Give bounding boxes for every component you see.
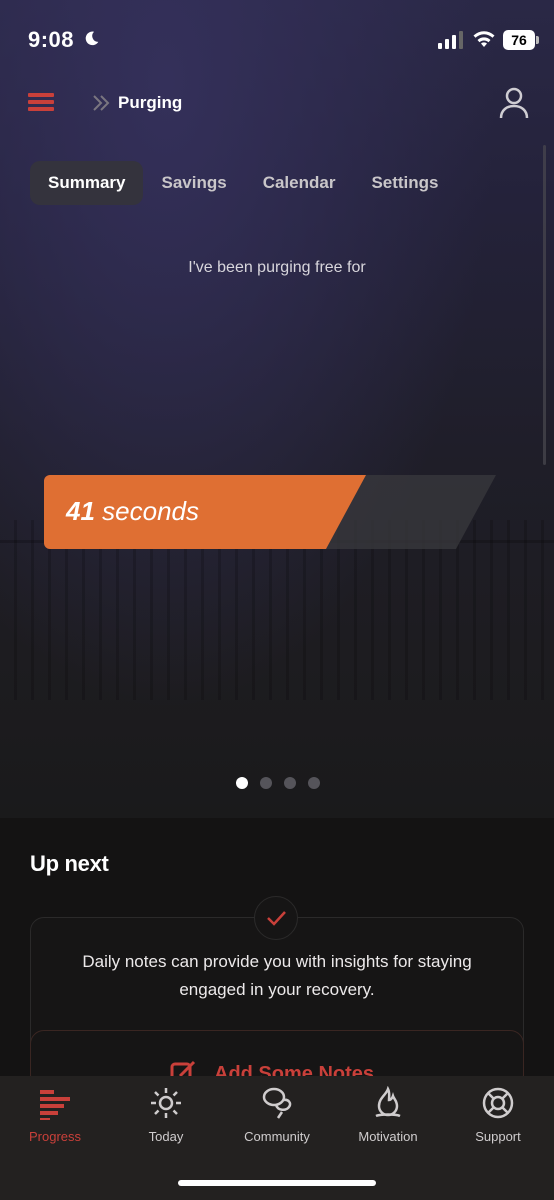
tab-motivation-label: Motivation [358,1129,418,1144]
free-duration-label: I've been purging free for [188,259,366,276]
scroll-indicator [543,145,546,465]
page-dot-4[interactable] [308,777,320,789]
wifi-icon [473,31,495,47]
progress-bars-icon [40,1090,70,1120]
chevron-double-right-icon [93,95,110,111]
tab-support-label: Support [475,1129,521,1144]
page-title: Purging [118,93,183,112]
flame-icon [375,1086,401,1118]
tab-community-label: Community [244,1129,310,1144]
counter-value: 41 seconds [66,496,199,527]
tab-motivation[interactable]: Motivation [333,1076,443,1156]
notes-card-text: Daily notes can provide you with insight… [82,952,472,999]
page-indicator [236,777,320,789]
check-icon [254,896,298,940]
tab-today[interactable]: Today [111,1076,221,1156]
tab-settings[interactable]: Settings [353,161,456,205]
counter-unit: seconds [102,496,199,526]
status-time: 9:08 [28,27,75,52]
up-next-heading: Up next [30,851,109,876]
home-indicator[interactable] [178,1180,376,1186]
page-dot-2[interactable] [260,777,272,789]
counter-number: 41 [66,496,95,526]
battery-indicator: 76 [503,30,539,50]
page-dot-3[interactable] [284,777,296,789]
tab-progress-label: Progress [28,1129,82,1144]
moon-icon [85,31,99,46]
page-dot-1[interactable] [236,777,248,789]
hamburger-menu-icon[interactable] [28,93,54,113]
tab-summary[interactable]: Summary [30,161,144,205]
user-icon[interactable] [498,86,530,120]
tab-today-label: Today [148,1129,184,1144]
status-bar: 9:08 76 [0,0,554,80]
sun-icon [151,1088,181,1118]
hero-background [0,0,554,818]
tab-calendar[interactable]: Calendar [245,161,354,205]
tab-support[interactable]: Support [443,1076,553,1156]
lifebuoy-icon [482,1087,514,1119]
section-tabs: Summary Savings Calendar Settings [30,161,457,205]
chat-bubbles-icon [262,1087,292,1119]
tab-community[interactable]: Community [222,1076,332,1156]
tab-progress[interactable]: Progress [0,1076,110,1156]
cellular-signal-icon [438,31,463,49]
tab-savings[interactable]: Savings [143,161,244,205]
